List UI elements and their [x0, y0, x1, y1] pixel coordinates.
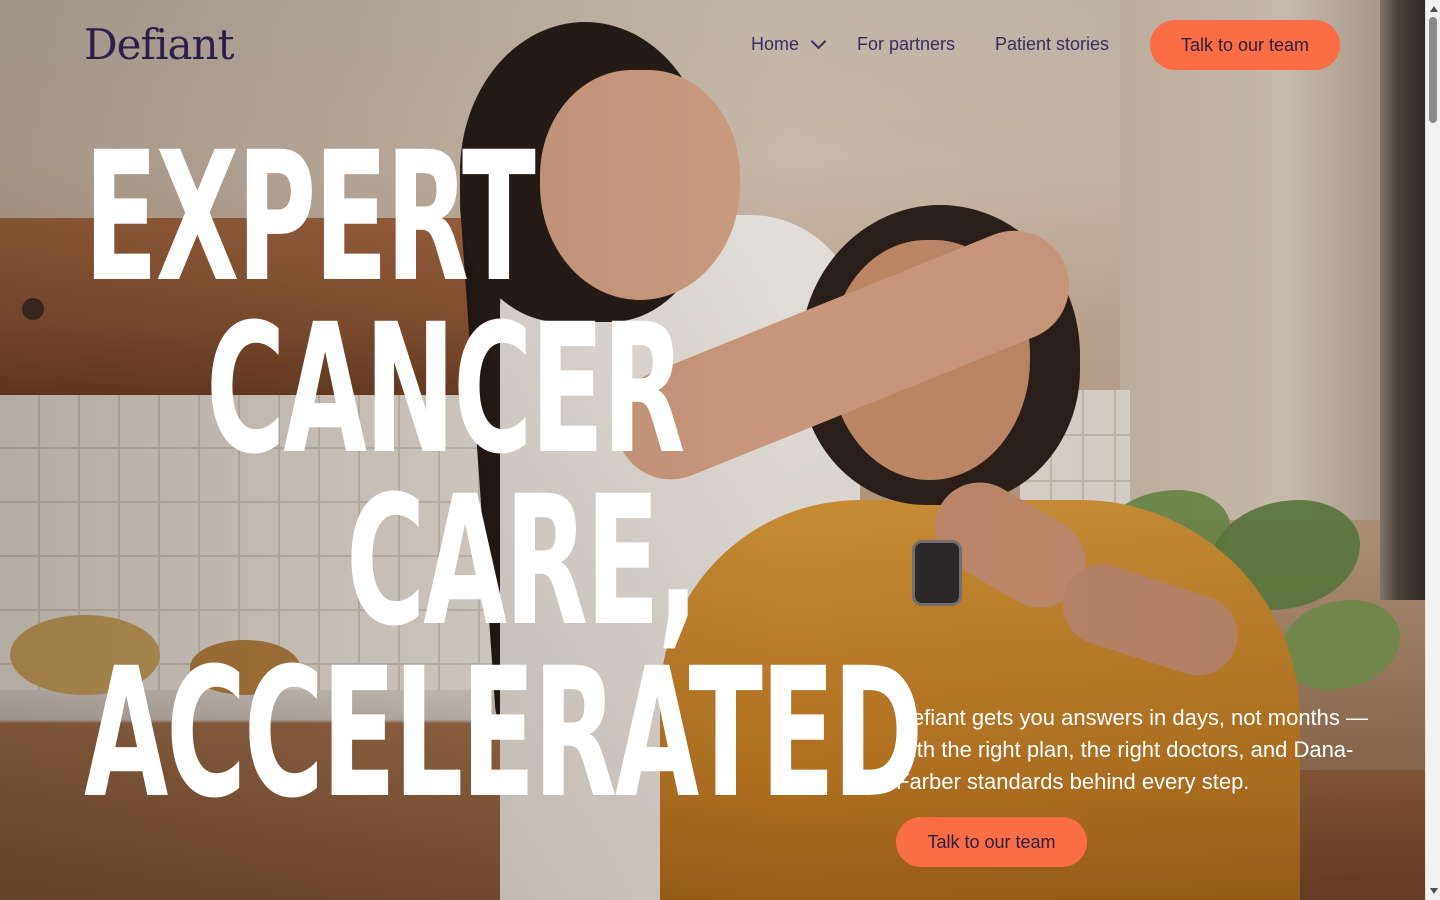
- talk-to-team-button-hero[interactable]: Talk to our team: [896, 817, 1087, 867]
- nav-home[interactable]: Home: [751, 33, 827, 55]
- headline-line-3: CARE,: [346, 457, 699, 666]
- page-scrollbar[interactable]: [1425, 0, 1440, 900]
- scrollbar-thumb[interactable]: [1429, 17, 1437, 123]
- scroll-down-arrow-icon[interactable]: [1430, 888, 1438, 894]
- talk-to-team-button-header[interactable]: Talk to our team: [1150, 20, 1340, 70]
- headline-line-1: EXPERT: [84, 113, 536, 322]
- nav-for-partners[interactable]: For partners: [857, 34, 955, 55]
- headline-line-2: CANCER: [206, 285, 685, 494]
- defiant-logo[interactable]: Defiant: [84, 20, 234, 69]
- headline-line-4: ACCELERATED: [84, 629, 923, 838]
- scroll-up-arrow-icon[interactable]: [1430, 6, 1438, 12]
- hero-subtext: Defiant gets you answers in days, not mo…: [896, 705, 1369, 794]
- nav-home-label: Home: [751, 34, 800, 54]
- chevron-down-icon: [810, 33, 827, 50]
- nav-patient-stories[interactable]: Patient stories: [995, 34, 1109, 55]
